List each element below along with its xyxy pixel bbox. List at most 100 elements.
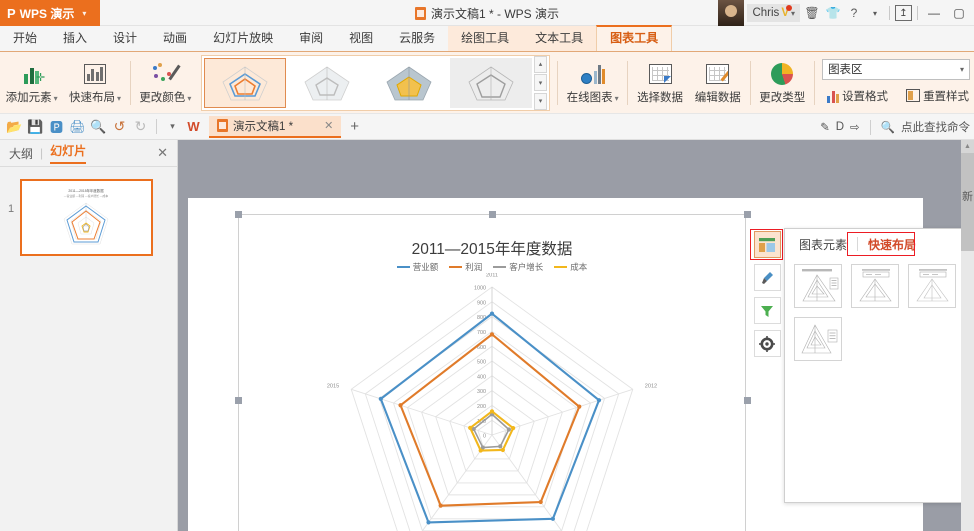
open-folder-icon[interactable]: 📂 xyxy=(5,117,24,136)
gallery-scroll-up-button[interactable]: ▴ xyxy=(533,55,547,73)
legend-item-revenue[interactable]: 营业额 xyxy=(396,261,438,273)
tab-slideshow[interactable]: 幻灯片放映 xyxy=(200,26,286,51)
tab-insert[interactable]: 插入 xyxy=(50,26,100,51)
wps-w-icon[interactable]: W xyxy=(184,117,203,136)
add-element-button[interactable]: ✛ 添加元素 ▾ xyxy=(0,55,63,111)
layout-thumb-4[interactable] xyxy=(794,317,842,361)
select-data-button[interactable]: 选择数据 xyxy=(631,55,689,111)
gallery-scroll-controls[interactable]: ▴ ▾ ▾ xyxy=(533,55,547,110)
radar-category-label: 2011 xyxy=(486,273,498,278)
upload-icon[interactable]: ↥ xyxy=(895,5,912,21)
chart-area-selector[interactable]: 图表区 ▾ xyxy=(822,58,971,80)
radar-data-point xyxy=(511,426,516,431)
chevron-down-icon[interactable]: ▾ xyxy=(960,65,964,74)
tab-drawing-tools[interactable]: 绘图工具 xyxy=(448,26,523,51)
shirt-icon[interactable]: 👕 xyxy=(824,4,842,22)
tab-text-tools[interactable]: 文本工具 xyxy=(522,26,597,51)
chart-legend[interactable]: 营业额 利润 客户增长 成本 xyxy=(239,261,745,273)
chevron-down-icon[interactable]: ▾ xyxy=(791,9,795,18)
layout-thumb-2[interactable] xyxy=(851,264,899,308)
scroll-up-button[interactable]: ▲ xyxy=(961,140,974,153)
gallery-expand-button[interactable]: ▾ xyxy=(533,92,547,110)
svg-text:2011—2015年年度数据: 2011—2015年年度数据 xyxy=(69,188,105,193)
change-color-button[interactable]: 更改颜色 ▾ xyxy=(134,55,197,111)
close-icon[interactable]: ✕ xyxy=(324,119,333,132)
radar-data-point xyxy=(398,403,403,408)
chart-selection-frame[interactable]: 2011—2015年年度数据 营业额 利润 客户增长 成本 0 100 200 … xyxy=(235,211,751,531)
set-format-button[interactable]: 设置格式 xyxy=(822,85,893,107)
quick-layout-button[interactable]: 快速布局 ▾ xyxy=(63,55,126,111)
ink-icon[interactable]: ✎ xyxy=(820,120,830,134)
chart-style-gallery[interactable]: ▴ ▾ ▾ xyxy=(200,54,550,111)
chevron-down-icon[interactable]: ▾ xyxy=(866,4,884,22)
tab-slides[interactable]: 幻灯片 xyxy=(50,142,87,164)
print-preview-icon[interactable]: 🔍 xyxy=(89,117,108,136)
gallery-item-radar-style-4[interactable] xyxy=(449,57,532,108)
slide-thumbnail-1[interactable]: 2011—2015年年度数据 —营业额 —利润 —客户增长 —成本 xyxy=(20,179,154,256)
redo-icon[interactable]: ↻ xyxy=(131,117,150,136)
tab-chart-tools[interactable]: 图表工具 xyxy=(596,25,673,51)
change-type-button[interactable]: 更改类型 xyxy=(753,55,811,111)
undo-icon[interactable]: ↺ xyxy=(110,117,129,136)
export-pdf-icon[interactable]: 🅿 xyxy=(47,117,66,136)
maximize-button[interactable]: ▢ xyxy=(948,3,970,23)
paint-brush-icon[interactable] xyxy=(753,264,781,291)
slide-canvas: 2011—2015年年度数据 营业额 利润 客户增长 成本 0 100 200 … xyxy=(178,140,974,531)
tab-review[interactable]: 审阅 xyxy=(286,26,336,51)
radar-data-point xyxy=(426,520,431,525)
gallery-item-radar-style-1[interactable] xyxy=(203,57,286,108)
save-icon[interactable]: 💾 xyxy=(26,117,45,136)
more-commands-icon[interactable]: ▾ xyxy=(163,117,182,136)
legend-item-cost[interactable]: 成本 xyxy=(554,261,587,273)
divider xyxy=(869,119,871,135)
wps-logo-icon: P xyxy=(7,5,16,21)
gallery-scroll-down-button[interactable]: ▾ xyxy=(533,74,547,91)
radar-tick-label: 300 xyxy=(477,389,486,395)
resize-handle-top-center[interactable] xyxy=(489,211,496,218)
reset-style-button[interactable]: 重置样式 xyxy=(901,85,974,107)
new-tab-button[interactable]: + xyxy=(350,118,359,135)
legend-item-customer-growth[interactable]: 客户增长 xyxy=(493,261,543,273)
chart-title[interactable]: 2011—2015年年度数据 xyxy=(239,237,745,259)
tab-chart-elements[interactable]: 图表元素 xyxy=(793,232,853,257)
help-icon[interactable]: ? xyxy=(845,4,863,22)
online-chart-button[interactable]: 在线图表 ▾ xyxy=(561,55,624,111)
chevron-down-icon: ▾ xyxy=(614,93,619,103)
document-tab[interactable]: 演示文稿1 * ✕ xyxy=(209,115,342,138)
resize-handle-top-right[interactable] xyxy=(744,211,751,218)
layout-thumb-3[interactable] xyxy=(908,264,956,308)
tab-view[interactable]: 视图 xyxy=(336,26,386,51)
tab-outline[interactable]: 大纲 xyxy=(9,145,33,162)
resize-handle-middle-right[interactable] xyxy=(744,397,751,404)
tab-animation[interactable]: 动画 xyxy=(150,26,200,51)
legend-item-profit[interactable]: 利润 xyxy=(449,261,482,273)
search-icon[interactable]: 🔍 xyxy=(881,120,895,134)
tab-design[interactable]: 设计 xyxy=(100,26,150,51)
user-menu-button[interactable]: Chris V ▾ xyxy=(747,4,800,22)
share-icon[interactable]: ⇨ xyxy=(850,120,860,134)
search-input[interactable]: 点此查找命令 xyxy=(901,119,970,135)
gallery-item-radar-style-2[interactable] xyxy=(285,57,368,108)
layout-thumb-1[interactable] xyxy=(794,264,842,308)
resize-handle-top-left[interactable] xyxy=(235,211,242,218)
archive-icon[interactable]: 🗑 xyxy=(803,4,821,22)
radar-plot-area[interactable]: 0 100 200 300 400 500 600 700 800 900 1000 2011 2012… xyxy=(239,272,745,531)
quick-access-right: ✎ D ⇨ 🔍 点此查找命令 xyxy=(820,114,970,140)
color-palette-icon xyxy=(153,61,181,87)
close-icon[interactable]: ✕ xyxy=(157,145,168,161)
chevron-down-icon[interactable]: ▾ xyxy=(82,9,86,18)
avatar[interactable] xyxy=(718,0,745,26)
chart-layout-icon[interactable] xyxy=(753,231,781,258)
filter-funnel-icon[interactable] xyxy=(753,297,781,324)
print-icon[interactable]: 🖨 xyxy=(68,117,87,136)
gallery-item-radar-style-3[interactable] xyxy=(367,57,450,108)
minimize-button[interactable]: — xyxy=(923,3,945,23)
wps-brand-button[interactable]: P WPS 演示 ▾ xyxy=(0,0,100,26)
quick-access-bar: 📂 💾 🅿 🖨 🔍 ↺ ↻ ▾ W 演示文稿1 * ✕ + ✎ D ⇨ 🔍 点此… xyxy=(0,114,974,140)
gear-icon[interactable] xyxy=(753,330,781,357)
tab-start[interactable]: 开始 xyxy=(0,26,50,51)
edit-data-button[interactable]: 编辑数据 xyxy=(689,55,747,111)
page-icon[interactable]: D xyxy=(836,121,844,133)
tab-cloud-service[interactable]: 云服务 xyxy=(386,26,448,51)
tab-quick-layout[interactable]: 快速布局 xyxy=(862,232,922,257)
